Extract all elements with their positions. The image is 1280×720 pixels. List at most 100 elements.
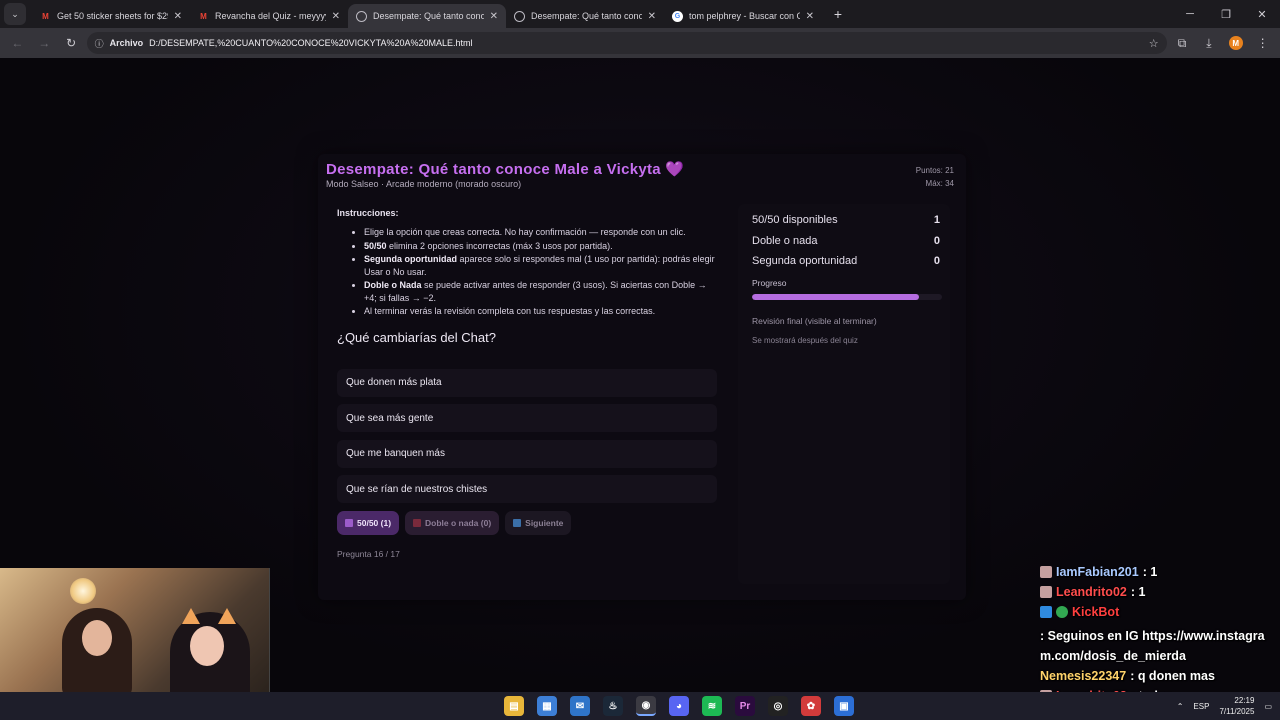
double-or-nothing-button[interactable]: Doble o nada (0) <box>405 510 500 535</box>
cat-ear-right <box>218 608 236 624</box>
tray-arrow-icon[interactable]: ⌃ <box>1177 702 1184 711</box>
obs-icon[interactable]: ◎ <box>768 696 788 716</box>
instructions-heading: Instrucciones: <box>337 208 399 218</box>
max-label: Máx: 34 <box>925 179 954 188</box>
steam-icon[interactable]: ♨ <box>603 696 623 716</box>
forward-arrow-icon[interactable]: → <box>33 31 56 55</box>
answer-option[interactable]: Que sea más gente <box>337 404 717 432</box>
star-icon[interactable]: ☆ <box>1149 37 1159 50</box>
info-icon[interactable]: ⓘ <box>95 37 104 50</box>
tab-title: tom pelphrey - Buscar con Goo <box>689 11 800 21</box>
reload-icon[interactable]: ↻ <box>60 31 83 55</box>
new-tab-button[interactable]: + <box>828 4 848 24</box>
quiz-main: Instrucciones: Elige la opción que creas… <box>330 202 720 559</box>
close-icon[interactable]: ✕ <box>648 11 656 22</box>
question-text: ¿Qué cambiarías del Chat? <box>337 329 496 345</box>
close-icon[interactable]: ✕ <box>806 11 814 22</box>
chat-message: Leandrito02 : 1 <box>1040 582 1276 602</box>
stat-row: 50/50 disponibles 1 <box>752 210 940 231</box>
browser-tab[interactable]: M Get 50 sticker sheets for $29 - m ✕ <box>32 4 190 28</box>
chat-message: IamFabian201 : 1 <box>1040 562 1276 582</box>
close-icon[interactable]: ✕ <box>490 11 498 22</box>
instruction-item: Segunda oportunidad aparece solo si resp… <box>364 253 718 278</box>
stat-label: Doble o nada <box>752 234 818 247</box>
chat-text: : 1 <box>1130 585 1146 599</box>
notifications-icon[interactable]: ▭ <box>1264 702 1272 711</box>
gmail-icon: M <box>200 11 207 21</box>
chat-text: : Seguinos en IG https://www.instagram.c… <box>1040 629 1265 663</box>
close-window-icon[interactable]: ✕ <box>1244 8 1280 21</box>
chat-overlay: IamFabian201 : 1 Leandrito02 : 1 KickBot… <box>1040 562 1276 706</box>
review-note: Se mostrará después del quiz <box>752 335 858 345</box>
webcam-overlay <box>0 568 270 692</box>
close-icon[interactable]: ✕ <box>332 11 340 22</box>
tab-title: Desempate: Qué tanto conoce M <box>531 11 642 21</box>
file-explorer-icon[interactable]: ▤ <box>504 696 524 716</box>
progress-bar <box>752 293 942 300</box>
discord-icon[interactable]: ◕ <box>669 696 689 716</box>
tab-title: Get 50 sticker sheets for $29 - m <box>57 11 168 21</box>
mail-icon[interactable]: ✉ <box>570 696 590 716</box>
browser-tab[interactable]: G tom pelphrey - Buscar con Goo ✕ <box>664 4 822 28</box>
url-text[interactable]: D:/DESEMPATE,%20CUANTO%20CONOCE%20VICKYT… <box>149 38 1143 48</box>
restore-icon[interactable]: ❐ <box>1208 8 1244 21</box>
double-label: Doble o nada (0) <box>425 517 492 528</box>
user-badge-icon <box>1040 566 1052 578</box>
page-title: Desempate: Qué tanto conoce Male a Vicky… <box>326 161 685 178</box>
stat-label: Segunda oportunidad <box>752 255 858 268</box>
browser-tab[interactable]: M Revancha del Quiz - meyyyyss@ ✕ <box>190 4 348 28</box>
address-bar[interactable]: ⓘ Archivo D:/DESEMPATE,%20CUANTO%20CONOC… <box>86 32 1167 54</box>
tab-title: Revancha del Quiz - meyyyyss@ <box>215 11 326 21</box>
taskbar: ▤ ▦ ✉ ♨ ◉ ◕ ≋ Pr ◎ ✿ ▣ ⌃ ESP 22:19 7/11/… <box>0 692 1280 720</box>
sidebar-panel: 50/50 disponibles 1 Doble o nada 0 Segun… <box>738 204 950 584</box>
gmail-icon: M <box>42 11 49 21</box>
back-arrow-icon[interactable]: ← <box>6 31 29 55</box>
app-icon[interactable]: ▣ <box>834 696 854 716</box>
chrome-icon[interactable]: ◉ <box>636 696 656 716</box>
page-subtitle: Modo Salseo · Arcade moderno (morado osc… <box>326 179 522 189</box>
download-icon[interactable]: ⤓ <box>1197 31 1220 55</box>
window-controls: ─ ❐ ✕ <box>1172 0 1280 28</box>
bot-badge-icon <box>1040 606 1052 618</box>
close-icon[interactable]: ✕ <box>174 11 182 22</box>
avatar: M <box>1228 36 1243 50</box>
user-badge-icon <box>1040 586 1052 598</box>
next-button[interactable]: Siguiente <box>505 510 572 535</box>
premiere-icon[interactable]: Pr <box>735 696 755 716</box>
chat-message: KickBot : Seguinos en IG https://www.ins… <box>1040 602 1276 666</box>
answer-option[interactable]: Que se rían de nuestros chistes <box>337 475 717 503</box>
chat-username: Leandrito02 <box>1056 585 1127 599</box>
globe-icon <box>514 10 525 22</box>
store-icon[interactable]: ▦ <box>537 696 557 716</box>
davinci-icon[interactable]: ✿ <box>801 696 821 716</box>
language-indicator[interactable]: ESP <box>1193 702 1209 711</box>
chat-text: : q donen mas <box>1130 669 1215 683</box>
fifty-fifty-icon <box>345 518 353 527</box>
system-tray: ⌃ ESP 22:19 7/11/2025 ▭ <box>1177 692 1272 720</box>
menu-dots-icon[interactable]: ⋮ <box>1251 31 1274 55</box>
tab-search-button[interactable]: ⌄ <box>4 3 26 25</box>
cat-ear-left <box>182 608 200 624</box>
minimize-icon[interactable]: ─ <box>1172 8 1208 20</box>
fifty-fifty-label: 50/50 (1) <box>357 517 392 528</box>
answer-option[interactable]: Que me banquen más <box>337 439 717 468</box>
instructions-list: Elige la opción que creas correcta. No h… <box>364 226 718 318</box>
globe-icon <box>356 10 367 22</box>
instruction-item: 50/50 elimina 2 opciones incorrectas (má… <box>364 240 718 253</box>
browser-tab[interactable]: Desempate: Qué tanto conoce M ✕ <box>506 4 664 28</box>
clock-date: 7/11/2025 <box>1219 707 1255 716</box>
fifty-fifty-button[interactable]: 50/50 (1) <box>337 510 400 535</box>
question-counter: Pregunta 16 / 17 <box>337 548 400 559</box>
chat-username: Nemesis22347 <box>1040 669 1127 683</box>
browser-tab-active[interactable]: Desempate: Qué tanto conoce M ✕ <box>348 4 506 28</box>
extensions-icon[interactable]: ⧉ <box>1171 31 1194 55</box>
stat-label: 50/50 disponibles <box>752 214 838 227</box>
google-icon: G <box>672 10 683 22</box>
profile-button[interactable]: M <box>1224 31 1247 55</box>
instruction-item: Al terminar verás la revisión completa c… <box>364 305 718 318</box>
clock[interactable]: 22:19 7/11/2025 <box>1219 695 1254 717</box>
spotify-icon[interactable]: ≋ <box>702 696 722 716</box>
points-label: Puntos: 21 <box>915 166 954 175</box>
answer-option[interactable]: Que donen más plata <box>337 368 717 397</box>
stat-row: Segunda oportunidad 0 <box>752 251 940 272</box>
